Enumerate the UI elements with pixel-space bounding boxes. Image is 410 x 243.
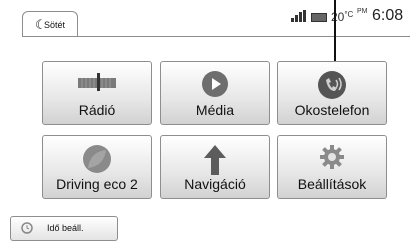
eco-leaf-icon xyxy=(83,145,111,173)
tile-media-label: Média xyxy=(195,102,235,118)
tile-smartphone-label: Okostelefon xyxy=(294,102,370,118)
navigation-arrow-icon xyxy=(204,145,226,175)
set-time-label: Idő beáll. xyxy=(47,223,84,233)
smartphone-icon xyxy=(318,71,346,99)
tile-radio[interactable]: Rádió xyxy=(42,61,152,125)
night-mode-tab[interactable]: ☾ Sötét xyxy=(22,11,78,37)
gear-icon xyxy=(320,145,344,169)
tile-radio-label: Rádió xyxy=(78,102,116,118)
signal-icon xyxy=(291,10,307,22)
tile-smartphone[interactable]: Okostelefon xyxy=(277,61,387,125)
night-mode-label: Sötét xyxy=(44,20,66,30)
set-time-button[interactable]: Idő beáll. xyxy=(10,216,118,241)
media-play-icon xyxy=(202,71,228,97)
tile-media[interactable]: Média xyxy=(160,61,270,125)
tile-settings[interactable]: Beállítások xyxy=(277,135,387,199)
tile-navigation-label: Navigáció xyxy=(184,176,246,192)
temperature-value: 20 xyxy=(331,10,345,24)
battery-icon xyxy=(311,13,327,22)
radio-icon xyxy=(78,73,116,91)
tile-eco[interactable]: Driving eco 2 xyxy=(42,135,152,199)
status-divider xyxy=(22,36,410,37)
tile-eco-label: Driving eco 2 xyxy=(56,176,138,192)
ampm-indicator: PM xyxy=(357,8,368,15)
clock-time: 6:08 xyxy=(372,7,404,24)
tile-settings-label: Beállítások xyxy=(297,176,367,192)
tile-navigation[interactable]: Navigáció xyxy=(160,135,270,199)
temperature-unit: °C xyxy=(344,10,354,19)
home-screen: ☾ Sötét 20°C PM 6:08 Rádió Média Okostel… xyxy=(0,0,410,243)
clock-icon xyxy=(21,222,33,234)
